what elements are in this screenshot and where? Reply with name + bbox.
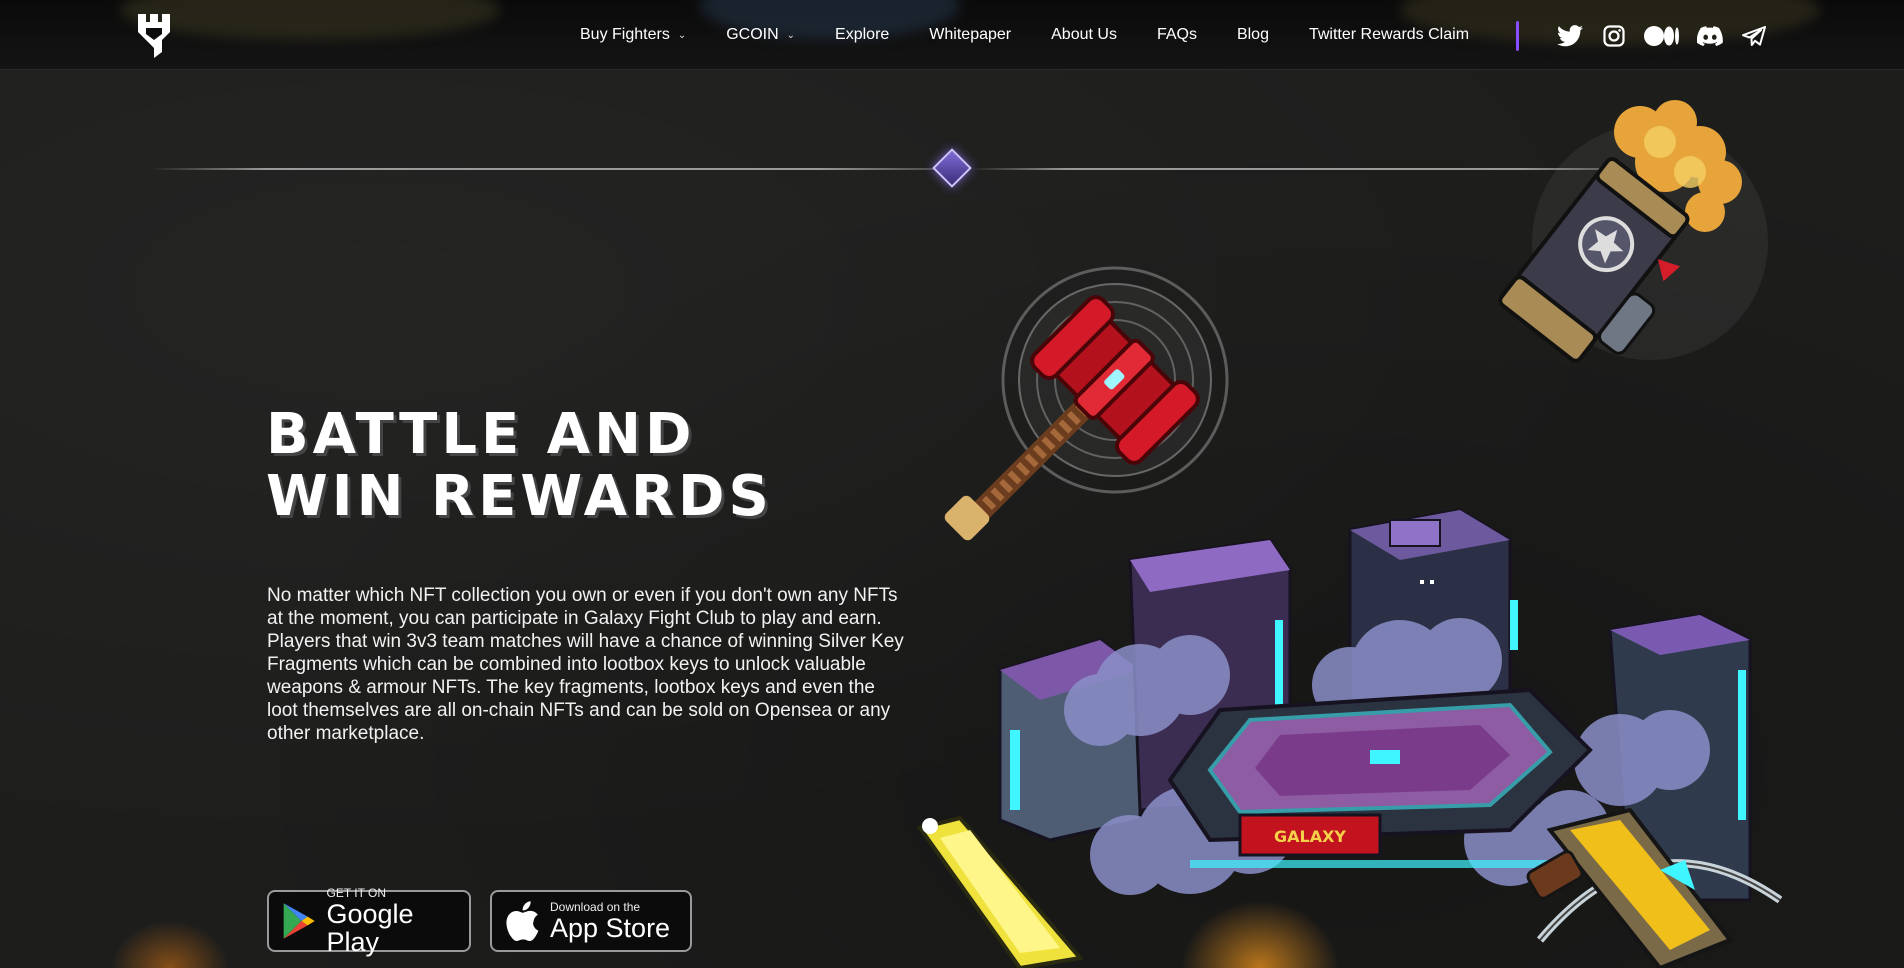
app-store-small-label: Download on the bbox=[550, 899, 641, 914]
nav-blog[interactable]: Blog bbox=[1237, 26, 1269, 44]
hero-description: No matter which NFT collection you own o… bbox=[267, 585, 904, 744]
fire-glow-decoration bbox=[1180, 900, 1340, 968]
google-play-small-label: GET IT ON bbox=[326, 885, 387, 900]
top-navbar: Buy Fighters ⌄ GCOIN ⌄ Explore Whitepape… bbox=[0, 0, 1904, 70]
nav-twitter-rewards-claim[interactable]: Twitter Rewards Claim bbox=[1309, 26, 1469, 44]
nav-buy-fighters-label: Buy Fighters bbox=[580, 26, 670, 43]
google-play-icon bbox=[283, 903, 315, 939]
nav-blog-label: Blog bbox=[1236, 26, 1269, 43]
diamond-divider-icon bbox=[932, 148, 972, 188]
arena-sign-text: GALAXY bbox=[1274, 827, 1346, 846]
telegram-icon[interactable] bbox=[1740, 23, 1768, 49]
nav-divider bbox=[1516, 21, 1519, 51]
section-divider-left bbox=[150, 168, 934, 170]
crossbow-weapon-illustration bbox=[1526, 807, 1783, 968]
nav-explore-label: Explore bbox=[835, 26, 890, 43]
nav-explore[interactable]: Explore bbox=[835, 26, 889, 44]
nav-about-us[interactable]: About Us bbox=[1051, 26, 1117, 44]
nav-gcoin[interactable]: GCOIN ⌄ bbox=[726, 26, 795, 44]
nav-faqs-label: FAQs bbox=[1156, 26, 1197, 43]
apple-icon bbox=[506, 901, 539, 942]
nav-buy-fighters[interactable]: Buy Fighters ⌄ bbox=[580, 26, 686, 44]
golden-blade-illustration bbox=[916, 815, 1084, 968]
nav-gcoin-label: GCOIN bbox=[726, 26, 779, 43]
social-links bbox=[1556, 22, 1768, 50]
galaxy-fight-club-logo[interactable] bbox=[136, 10, 172, 60]
chevron-down-icon: ⌄ bbox=[677, 29, 687, 41]
hero-headline: BATTLE AND WIN REWARDS bbox=[266, 404, 773, 528]
fire-glow-decoration bbox=[110, 920, 230, 968]
google-play-button[interactable]: GET IT ON Google Play bbox=[267, 885, 471, 956]
hero-headline-line1: BATTLE AND bbox=[266, 402, 696, 467]
nav-links: Buy Fighters ⌄ GCOIN ⌄ Explore Whitepape… bbox=[580, 0, 1469, 70]
nav-twitter-rewards-claim-label: Twitter Rewards Claim bbox=[1308, 26, 1470, 43]
app-store-button[interactable]: Download on the App Store bbox=[490, 890, 692, 952]
medium-icon[interactable] bbox=[1644, 23, 1680, 49]
discord-icon[interactable] bbox=[1696, 23, 1724, 49]
nav-whitepaper[interactable]: Whitepaper bbox=[929, 26, 1011, 44]
google-play-big-label: Google Play bbox=[326, 898, 414, 957]
instagram-icon[interactable] bbox=[1600, 23, 1628, 49]
chevron-down-icon: ⌄ bbox=[786, 29, 796, 41]
nav-faqs[interactable]: FAQs bbox=[1157, 26, 1197, 44]
nav-whitepaper-label: Whitepaper bbox=[929, 26, 1012, 43]
app-store-big-label: App Store bbox=[550, 912, 671, 943]
nav-about-us-label: About Us bbox=[1051, 26, 1117, 43]
launcher-weapon-illustration bbox=[1498, 100, 1768, 363]
hero-headline-line2: WIN REWARDS bbox=[266, 464, 773, 529]
twitter-icon[interactable] bbox=[1556, 23, 1584, 49]
